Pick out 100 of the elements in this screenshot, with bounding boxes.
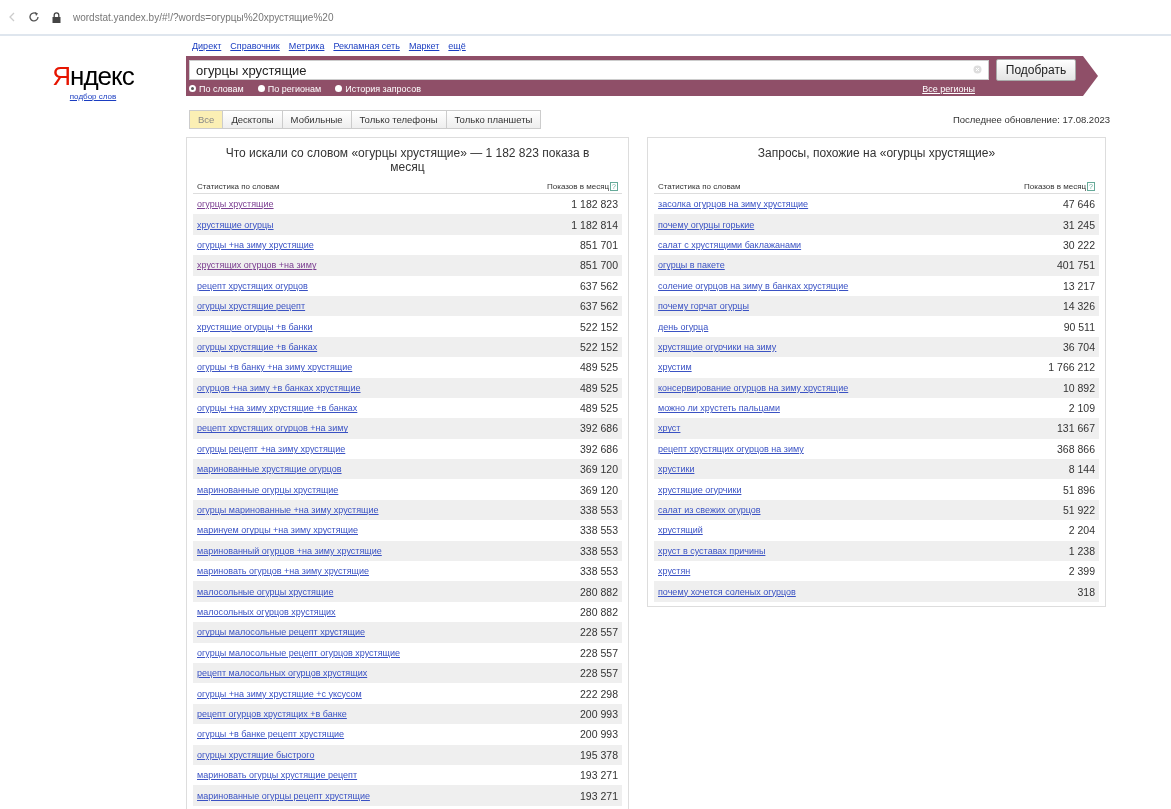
query-link[interactable]: огурцы +в банке рецепт хрустящие	[197, 729, 345, 740]
logo[interactable]: Яндекс	[52, 62, 134, 90]
query-link[interactable]: хрустящие огурцы +в банки	[197, 321, 313, 332]
query-link[interactable]: почему огурцы горькие	[658, 219, 755, 230]
query-link[interactable]: хруст в суставах причины	[658, 545, 766, 556]
count-cell: 2 399	[1068, 565, 1095, 578]
back-icon[interactable]	[8, 12, 16, 22]
query-link[interactable]: маринованные огурцы хрустящие	[197, 484, 339, 495]
query-link[interactable]: рецепт огурцов хрустящих +в банке	[197, 708, 347, 719]
nav-link[interactable]: Директ	[192, 41, 222, 56]
count-cell: 195 378	[580, 748, 618, 761]
count-cell: 338 553	[580, 544, 618, 557]
query-link[interactable]: огурцов +на зиму +в банках хрустящие	[197, 382, 361, 393]
column-header: Статистика по словам	[658, 182, 741, 191]
count-cell: 228 557	[580, 646, 618, 659]
query-link[interactable]: огурцы в пакете	[658, 260, 725, 271]
query-link[interactable]: маринованный огурцов +на зиму хрустящие	[197, 545, 382, 556]
query-link[interactable]: рецепт хрустящих огурцов	[197, 280, 308, 291]
query-link[interactable]: хрустим	[658, 362, 692, 373]
count-cell: 522 152	[580, 340, 618, 353]
query-link[interactable]: хрустящих огурцов +на зиму	[197, 260, 317, 271]
count-cell: 338 553	[580, 565, 618, 578]
query-link[interactable]: день огурца	[658, 321, 709, 332]
query-link[interactable]: мариновать огурцы хрустящие рецепт	[197, 770, 358, 781]
tab[interactable]: Только планшеты	[445, 110, 542, 129]
address-bar-url[interactable]: wordstat.yandex.by/#!/?words=огурцы%20хрустящие%20	[73, 11, 334, 23]
query-link[interactable]: хрустящие огурцы	[197, 219, 274, 230]
lock-icon	[52, 11, 61, 23]
count-cell: 51 896	[1062, 483, 1095, 496]
query-link[interactable]: хрустящий	[658, 525, 703, 536]
query-link[interactable]: маринуем огурцы +на зиму хрустящие	[197, 525, 358, 536]
count-cell: 228 557	[580, 626, 618, 639]
radio-option[interactable]: История запросов	[335, 83, 421, 94]
nav-link[interactable]: Метрика	[288, 41, 325, 56]
query-link[interactable]: хрустики	[658, 464, 695, 475]
count-cell: 851 701	[580, 238, 618, 251]
count-cell: 280 882	[580, 585, 618, 598]
query-link[interactable]: огурцы хрустящие быстрого	[197, 749, 315, 760]
nav-link[interactable]: Справочник	[230, 41, 280, 56]
table-title: Запросы, похожие на «огурцы хрустящие»	[756, 145, 997, 162]
count-cell: 31 245	[1062, 218, 1095, 231]
count-cell: 1 238	[1068, 544, 1095, 557]
count-cell: 193 271	[580, 769, 618, 782]
count-cell: 51 922	[1062, 504, 1095, 517]
nav-link[interactable]: Рекламная сеть	[333, 41, 400, 56]
count-cell: 8 144	[1068, 463, 1095, 476]
query-link[interactable]: огурцы +в банку +на зиму хрустящие	[197, 362, 353, 373]
reload-icon[interactable]	[28, 11, 40, 23]
nav-link[interactable]: ещё	[448, 41, 466, 56]
query-link[interactable]: огурцы +на зиму хрустящие +в банках	[197, 403, 358, 414]
query-link[interactable]: мариновать огурцов +на зиму хрустящие	[197, 566, 369, 577]
query-link[interactable]: можно ли хрустеть пальцами	[658, 403, 780, 414]
query-link[interactable]: почему горчат огурцы	[658, 301, 749, 312]
query-link[interactable]: огурцы +на зиму хрустящие	[197, 239, 314, 250]
query-link[interactable]: огурцы рецепт +на зиму хрустящие	[197, 443, 346, 454]
nav-link[interactable]: Маркет	[408, 41, 440, 56]
query-link[interactable]: хрустян	[658, 566, 691, 577]
query-link[interactable]: огурцы +на зиму хрустящие +с уксусом	[197, 688, 362, 699]
query-link[interactable]: маринованные хрустящие огурцов	[197, 464, 342, 475]
query-link[interactable]: огурцы хрустящие	[197, 199, 274, 210]
query-link[interactable]: соление огурцов на зиму в банках хрустящие	[658, 280, 849, 291]
submit-button[interactable]: Подобрать	[996, 59, 1076, 81]
query-link[interactable]: салат с хрустящими баклажанами	[658, 239, 802, 250]
tab[interactable]: Десктопы	[222, 110, 283, 129]
count-cell: 14 326	[1062, 300, 1095, 313]
query-link[interactable]: маринованные огурцы рецепт хрустящие	[197, 790, 370, 801]
subtitle-link[interactable]: подбор слов	[69, 92, 117, 101]
query-link[interactable]: почему хочется соленых огурцов	[658, 586, 796, 597]
query-link[interactable]: салат из свежих огурцов	[658, 505, 761, 516]
query-link[interactable]: засолка огурцов на зиму хрустящие	[658, 199, 809, 210]
region-link[interactable]: Все регионы	[922, 83, 975, 94]
query-link[interactable]: огурцы малосольные рецепт огурцов хрустящие	[197, 647, 400, 658]
count-cell: 228 557	[580, 667, 618, 680]
query-link[interactable]: огурцы хрустящие рецепт	[197, 301, 306, 312]
count-cell: 392 686	[580, 422, 618, 435]
radio-option[interactable]: По регионам	[257, 83, 322, 94]
query-link[interactable]: огурцы хрустящие +в банках	[197, 341, 318, 352]
query-link[interactable]: рецепт малосольных огурцов хрустящих	[197, 668, 368, 679]
count-cell: 522 152	[580, 320, 618, 333]
column-header: Статистика по словам	[197, 182, 280, 191]
query-link[interactable]: рецепт хрустящих огурцов +на зиму	[197, 423, 348, 434]
radio-option[interactable]: По словам	[189, 83, 244, 94]
query-link[interactable]: огурцы маринованные +на зиму хрустящие	[197, 505, 379, 516]
query-link[interactable]: хрустящие огурчики	[658, 484, 742, 495]
query-link[interactable]: консервирование огурцов на зиму хрустящие	[658, 382, 849, 393]
count-cell: 489 525	[580, 402, 618, 415]
count-cell: 369 120	[580, 483, 618, 496]
count-cell: 280 882	[580, 606, 618, 618]
clear-icon[interactable]	[973, 65, 982, 74]
query-link[interactable]: рецепт хрустящих огурцов на зиму	[658, 443, 804, 454]
count-cell: 36 704	[1062, 340, 1095, 353]
tab[interactable]: Мобильные	[281, 110, 352, 129]
query-link[interactable]: хрустящие огурчики на зиму	[658, 341, 777, 352]
query-link[interactable]: малосольных огурцов хрустящих	[197, 607, 336, 617]
query-link[interactable]: огурцы малосольные рецепт хрустящие	[197, 627, 365, 638]
tab[interactable]: Только телефоны	[350, 110, 447, 129]
search-field[interactable]: огурцы хрустящие	[189, 60, 989, 80]
count-cell: 13 217	[1062, 279, 1095, 292]
query-link[interactable]: малосольные огурцы хрустящие	[197, 586, 334, 597]
query-link[interactable]: хруст	[658, 423, 681, 434]
